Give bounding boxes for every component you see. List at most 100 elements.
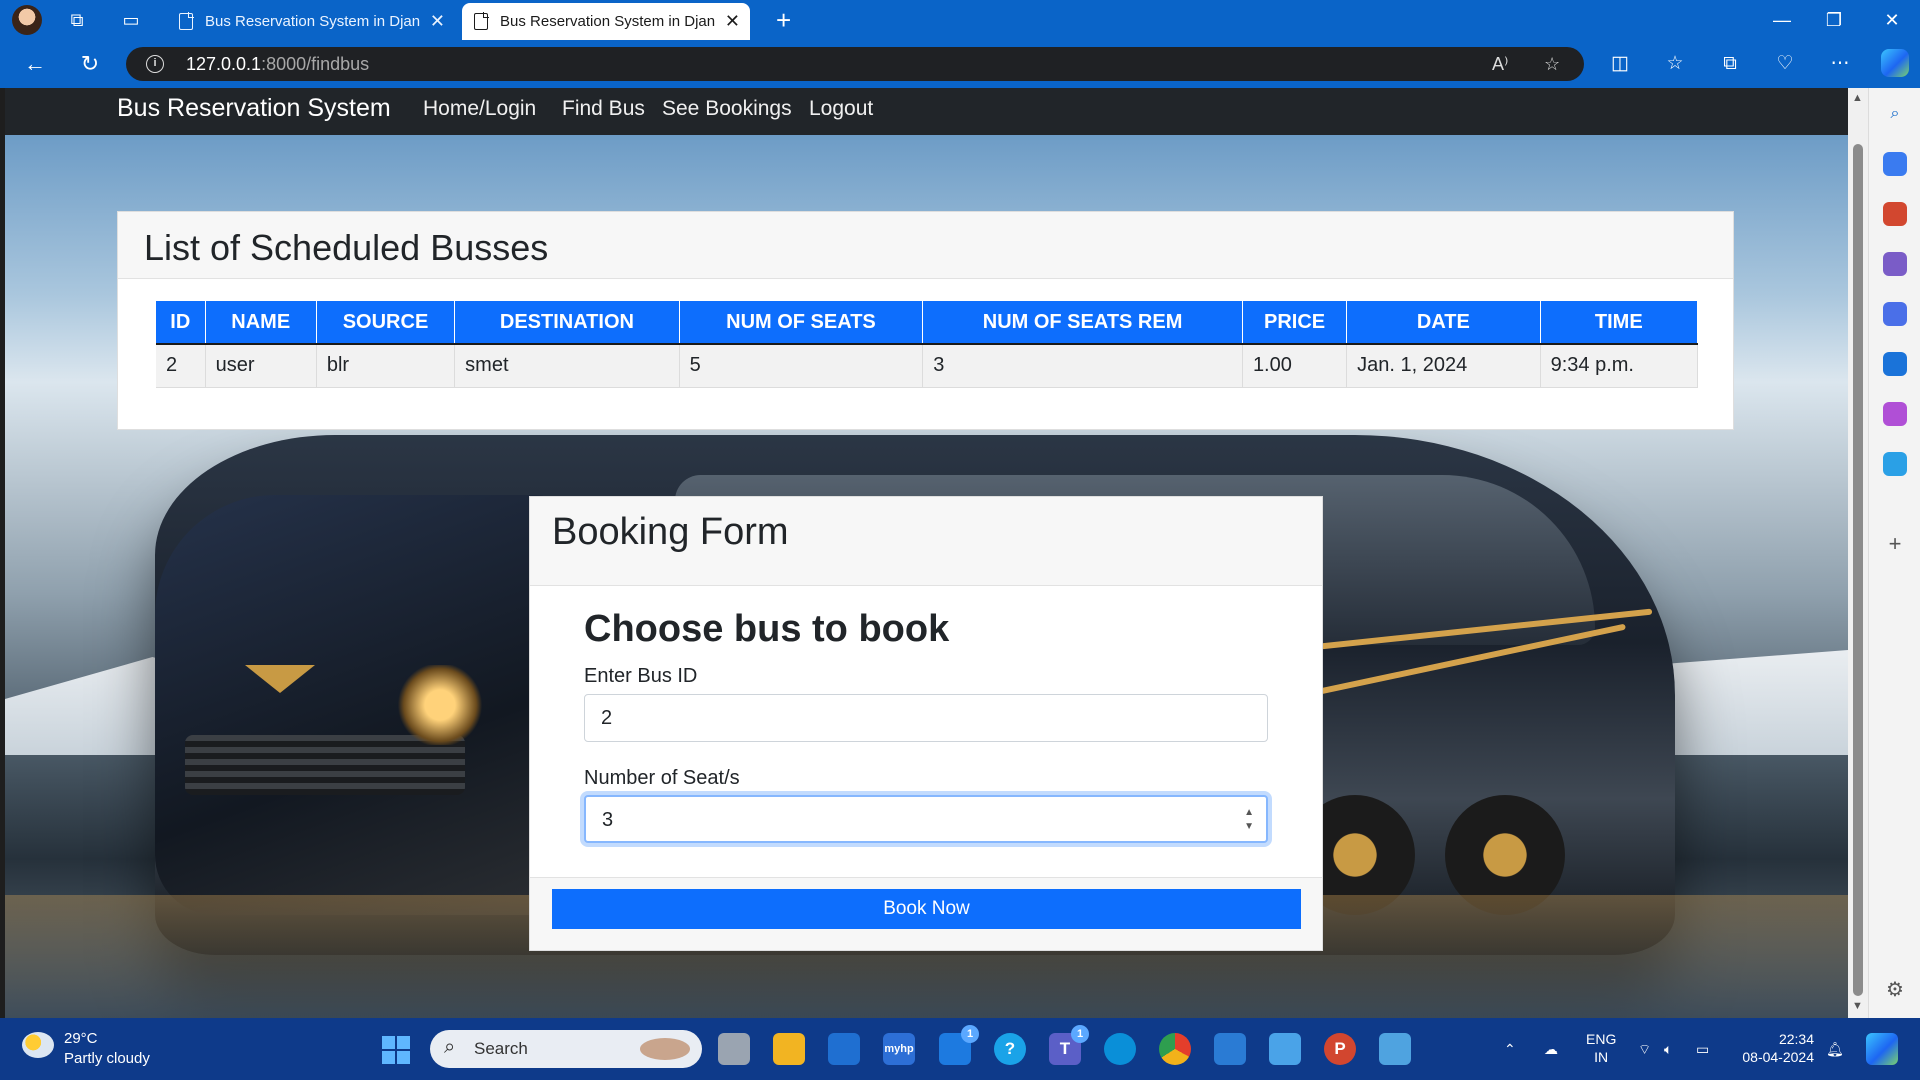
vscode-icon[interactable] bbox=[1214, 1033, 1246, 1065]
teams-icon[interactable]: T1 bbox=[1049, 1025, 1089, 1065]
sidebar-tools-icon[interactable] bbox=[1883, 202, 1907, 226]
search-icon: ⌕ bbox=[444, 1036, 456, 1058]
edge-sidebar: ⌕ + ⚙ bbox=[1868, 88, 1920, 1018]
notepad-icon[interactable] bbox=[1379, 1033, 1411, 1065]
close-tab-icon[interactable]: ✕ bbox=[430, 3, 445, 40]
booking-form-card: Booking Form Choose bus to book Enter Bu… bbox=[529, 496, 1323, 951]
sidebar-shopping-icon[interactable] bbox=[1883, 152, 1907, 176]
page-scrollbar[interactable]: ▲ ▼ bbox=[1848, 88, 1868, 1018]
booking-form-header: Booking Form bbox=[530, 497, 1322, 586]
cell-destination: smet bbox=[454, 344, 680, 388]
cell-price: 1.00 bbox=[1242, 344, 1348, 388]
back-button[interactable]: ← bbox=[20, 50, 50, 78]
nav-link-home-login[interactable]: Home/Login bbox=[423, 97, 536, 121]
bus-list-card: List of Scheduled Busses ID NAME SOURCE … bbox=[117, 211, 1734, 430]
sidebar-settings-gear-icon[interactable]: ⚙ bbox=[1883, 978, 1907, 1002]
weather-temp[interactable]: 29°C bbox=[64, 1030, 98, 1047]
windows-taskbar: 29°C Partly cloudy ⌕ Search myhp 1 ? T1 … bbox=[0, 1018, 1920, 1080]
book-now-button[interactable]: Book Now bbox=[552, 889, 1301, 929]
sidebar-games-icon[interactable] bbox=[1883, 252, 1907, 276]
file-explorer-icon[interactable] bbox=[773, 1033, 805, 1065]
read-aloud-icon[interactable]: A⁾ bbox=[1492, 52, 1508, 76]
sidebar-search-icon[interactable]: ⌕ bbox=[1883, 102, 1907, 126]
get-help-icon[interactable]: ? bbox=[994, 1033, 1026, 1065]
powerpoint-icon[interactable]: P bbox=[1324, 1033, 1356, 1065]
wifi-icon[interactable]: ⌔ bbox=[1638, 1018, 1651, 1080]
edge-browser-icon[interactable] bbox=[1104, 1033, 1136, 1065]
bus-id-label: Enter Bus ID bbox=[584, 665, 698, 687]
bus-id-input[interactable]: 2 bbox=[584, 694, 1268, 742]
column-header-time: TIME bbox=[1540, 301, 1699, 345]
table-row: 2 user blr smet 5 3 1.00 Jan. 1, 2024 9:… bbox=[156, 344, 1699, 388]
onedrive-cloud-icon[interactable]: ☁ bbox=[1544, 1018, 1558, 1080]
sidebar-microsoft365-icon[interactable] bbox=[1883, 302, 1907, 326]
sidebar-drop-icon[interactable] bbox=[1883, 452, 1907, 476]
copilot-taskbar-icon[interactable] bbox=[1866, 1033, 1898, 1065]
nav-link-see-bookings[interactable]: See Bookings bbox=[662, 97, 792, 121]
page-viewport: Bus Reservation System Home/Login Find B… bbox=[5, 88, 1848, 1018]
tab-inactive[interactable]: Bus Reservation System in Django ✕ bbox=[167, 3, 455, 40]
myhp-icon[interactable]: myhp bbox=[883, 1033, 915, 1065]
weather-desc[interactable]: Partly cloudy bbox=[64, 1050, 150, 1067]
page-icon bbox=[179, 12, 194, 30]
url-text[interactable]: 127.0.0.1:8000/findbus bbox=[186, 47, 369, 81]
restore-button[interactable]: ❐ bbox=[1806, 0, 1862, 40]
taskbar-search[interactable]: ⌕ Search bbox=[430, 1030, 702, 1068]
show-hidden-icons-icon[interactable]: ⌃ bbox=[1504, 1018, 1516, 1080]
seats-value: 3 bbox=[602, 809, 614, 831]
sidebar-add-icon[interactable]: + bbox=[1883, 532, 1907, 556]
language-indicator[interactable]: ENG IN bbox=[1586, 1030, 1616, 1066]
profile-avatar[interactable] bbox=[12, 5, 42, 35]
browser-tab-strip: ⧉ ▭ Bus Reservation System in Django ✕ B… bbox=[0, 0, 1920, 40]
tab-actions-icon[interactable]: ▭ bbox=[118, 8, 144, 32]
outlook-icon[interactable]: 1 bbox=[939, 1025, 979, 1065]
number-spinner-icon[interactable]: ▲ ▼ bbox=[1244, 806, 1254, 834]
microsoft-store-icon[interactable] bbox=[828, 1033, 860, 1065]
weather-partly-cloudy-icon[interactable] bbox=[22, 1032, 54, 1058]
sidebar-designer-icon[interactable] bbox=[1883, 402, 1907, 426]
navbar-brand[interactable]: Bus Reservation System bbox=[117, 95, 391, 121]
chrome-icon[interactable] bbox=[1159, 1033, 1191, 1065]
split-screen-icon[interactable]: ◫ bbox=[1606, 52, 1634, 76]
battery-icon[interactable]: ▭ bbox=[1696, 1018, 1709, 1080]
task-view-icon[interactable] bbox=[718, 1033, 750, 1065]
column-header-destination: DESTINATION bbox=[454, 301, 680, 345]
scrollbar-thumb[interactable] bbox=[1853, 144, 1863, 996]
cell-id: 2 bbox=[156, 344, 206, 388]
favorite-star-icon[interactable]: ☆ bbox=[1544, 52, 1560, 76]
cell-source: blr bbox=[316, 344, 456, 388]
address-bar[interactable]: i 127.0.0.1:8000/findbus A⁾ ☆ bbox=[126, 47, 1584, 81]
snipping-tool-icon[interactable] bbox=[1269, 1033, 1301, 1065]
sidebar-outlook-icon[interactable] bbox=[1883, 352, 1907, 376]
settings-more-icon[interactable]: ⋯ bbox=[1826, 52, 1854, 76]
tab-active[interactable]: Bus Reservation System in Django ✕ bbox=[462, 3, 750, 40]
workspaces-icon[interactable]: ⧉ bbox=[64, 8, 90, 32]
scroll-down-arrow-icon[interactable]: ▼ bbox=[1852, 1000, 1863, 1012]
cell-num-of-seats: 5 bbox=[679, 344, 924, 388]
scroll-up-arrow-icon[interactable]: ▲ bbox=[1852, 92, 1863, 104]
cell-date: Jan. 1, 2024 bbox=[1346, 344, 1541, 388]
tab-title: Bus Reservation System in Django bbox=[205, 13, 420, 30]
minimize-button[interactable]: — bbox=[1754, 0, 1810, 40]
copilot-icon[interactable] bbox=[1881, 49, 1909, 77]
column-header-name: NAME bbox=[205, 301, 317, 345]
refresh-button[interactable]: ↻ bbox=[75, 50, 105, 78]
search-label: Search bbox=[474, 1039, 528, 1058]
nav-link-logout[interactable]: Logout bbox=[809, 97, 873, 121]
notifications-bell-icon[interactable]: 🔔︎ bbox=[1826, 1018, 1844, 1080]
browser-essentials-icon[interactable]: ♡ bbox=[1771, 52, 1799, 76]
nav-link-find-bus[interactable]: Find Bus bbox=[562, 97, 645, 121]
bus-list-title: List of Scheduled Busses bbox=[144, 227, 549, 268]
site-info-icon[interactable]: i bbox=[146, 55, 164, 73]
start-windows-icon[interactable] bbox=[382, 1036, 410, 1064]
collections-icon[interactable]: ⧉ bbox=[1716, 52, 1744, 76]
page-icon bbox=[474, 12, 489, 30]
seats-number-input[interactable]: 3 ▲ ▼ bbox=[584, 795, 1268, 843]
favorites-icon[interactable]: ☆ bbox=[1661, 52, 1689, 76]
volume-icon[interactable]: 🔈︎ bbox=[1664, 1018, 1672, 1080]
new-tab-button[interactable]: + bbox=[776, 4, 791, 36]
search-highlight-icon bbox=[640, 1038, 690, 1060]
system-clock[interactable]: 22:34 08-04-2024 bbox=[1734, 1030, 1814, 1066]
close-tab-icon[interactable]: ✕ bbox=[725, 3, 740, 40]
close-window-button[interactable]: ✕ bbox=[1864, 0, 1920, 40]
